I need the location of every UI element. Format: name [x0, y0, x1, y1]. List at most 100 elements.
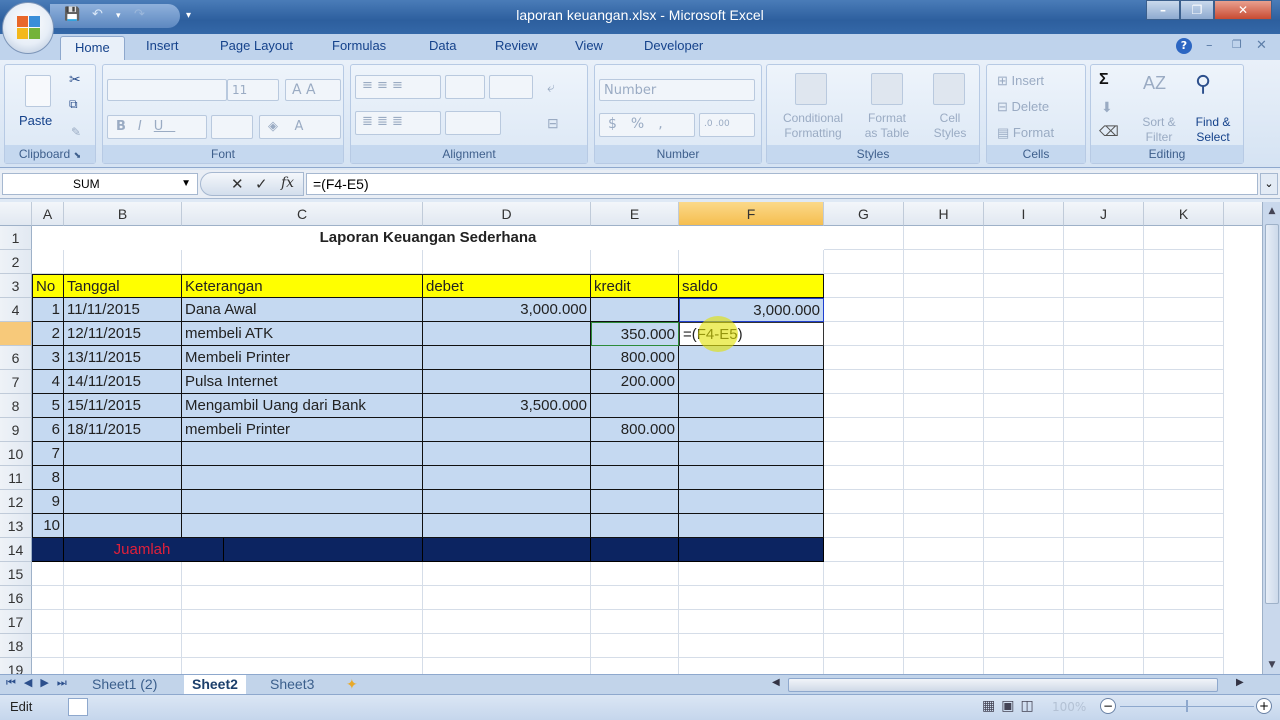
data-cell[interactable] — [679, 418, 824, 442]
grid-cell[interactable] — [1064, 298, 1144, 322]
grid-cell[interactable] — [904, 346, 984, 370]
grid-cell[interactable] — [984, 370, 1064, 394]
grid-cell[interactable] — [1144, 634, 1224, 658]
row-header-11[interactable]: 11 — [0, 466, 32, 490]
data-cell[interactable] — [423, 466, 591, 490]
enter-icon[interactable]: ✓ — [255, 175, 268, 193]
cut-icon[interactable]: ✂ — [69, 71, 81, 88]
data-cell[interactable] — [423, 370, 591, 394]
clear-icon[interactable]: ⌫ — [1099, 123, 1119, 140]
column-header-c[interactable]: C — [182, 202, 423, 226]
grid-cell[interactable] — [824, 226, 904, 250]
grid-cell[interactable] — [984, 586, 1064, 610]
format-button[interactable]: ▤ Format — [997, 125, 1054, 141]
data-cell[interactable] — [423, 322, 591, 346]
grid-cell[interactable] — [1144, 394, 1224, 418]
data-cell[interactable] — [64, 442, 182, 466]
data-cell[interactable]: 18/11/2015 — [64, 418, 182, 442]
grid-cell[interactable] — [904, 466, 984, 490]
report-title[interactable]: Laporan Keuangan Sederhana — [32, 226, 824, 250]
grid-cell[interactable] — [824, 250, 904, 274]
tab-insert[interactable]: Insert — [146, 38, 179, 53]
sheet-tab-sheet1-2[interactable]: Sheet1 (2) — [84, 675, 165, 694]
grid-cell[interactable] — [1064, 370, 1144, 394]
data-cell[interactable] — [591, 466, 679, 490]
data-cell[interactable]: Dana Awal — [182, 298, 423, 322]
row-header-15[interactable]: 15 — [0, 562, 32, 586]
grid-cell[interactable] — [904, 586, 984, 610]
grid-cell[interactable] — [824, 346, 904, 370]
bold-button[interactable]: B — [116, 119, 138, 134]
data-cell[interactable]: 2 — [32, 322, 64, 346]
data-cell[interactable]: membeli Printer — [182, 418, 423, 442]
data-cell[interactable] — [679, 490, 824, 514]
data-cell[interactable]: 8 — [32, 466, 64, 490]
grid-cell[interactable] — [591, 586, 679, 610]
grid-cell[interactable] — [182, 586, 423, 610]
grid-cell[interactable] — [984, 346, 1064, 370]
grid-cell[interactable] — [904, 298, 984, 322]
grid-cell[interactable] — [1064, 538, 1144, 562]
data-cell[interactable] — [679, 394, 824, 418]
grid-cell[interactable] — [904, 490, 984, 514]
tab-review[interactable]: Review — [495, 38, 538, 53]
grid-cell[interactable] — [984, 298, 1064, 322]
tab-view[interactable]: View — [575, 38, 603, 53]
grid-cell[interactable] — [904, 514, 984, 538]
grid-cell[interactable] — [984, 322, 1064, 346]
row-header-17[interactable]: 17 — [0, 610, 32, 634]
grid-cell[interactable] — [904, 274, 984, 298]
grid-cell[interactable] — [1144, 514, 1224, 538]
grid-cell[interactable] — [904, 322, 984, 346]
grid-cell[interactable] — [591, 610, 679, 634]
grid-cell[interactable] — [984, 466, 1064, 490]
data-cell[interactable] — [64, 514, 182, 538]
data-cell[interactable]: 3 — [32, 346, 64, 370]
grid-cell[interactable] — [64, 634, 182, 658]
grid-cell[interactable] — [64, 250, 182, 274]
grid-cell[interactable] — [1064, 610, 1144, 634]
scroll-left-icon[interactable]: ◀ — [772, 677, 780, 688]
grid-cell[interactable] — [1064, 514, 1144, 538]
sheet-tab-sheet2[interactable]: Sheet2 — [184, 675, 246, 694]
data-cell[interactable]: Membeli Printer — [182, 346, 423, 370]
name-box-dropdown-icon[interactable]: ▼ — [181, 178, 191, 189]
tab-page-layout[interactable]: Page Layout — [220, 38, 293, 53]
data-cell[interactable]: 800.000 — [591, 418, 679, 442]
data-cell[interactable] — [182, 466, 423, 490]
row-header-8[interactable]: 8 — [0, 394, 32, 418]
data-cell[interactable]: 5 — [32, 394, 64, 418]
tab-developer[interactable]: Developer — [644, 38, 703, 53]
row-header-13[interactable]: 13 — [0, 514, 32, 538]
grid-cell[interactable] — [984, 490, 1064, 514]
grid-cell[interactable] — [64, 562, 182, 586]
data-cell[interactable]: 9 — [32, 490, 64, 514]
insert-function-icon[interactable]: fx — [281, 175, 294, 191]
referenced-cell-f4[interactable]: 3,000.000 — [679, 298, 824, 322]
grid-cell[interactable] — [591, 634, 679, 658]
grid-cell[interactable] — [1064, 250, 1144, 274]
grid-cell[interactable] — [182, 610, 423, 634]
data-cell[interactable] — [679, 370, 824, 394]
grid-cell[interactable] — [182, 562, 423, 586]
grid-cell[interactable] — [32, 250, 64, 274]
header-cell[interactable]: Tanggal — [64, 274, 182, 298]
data-cell[interactable]: 10 — [32, 514, 64, 538]
grid-cell[interactable] — [1144, 442, 1224, 466]
data-cell[interactable]: 14/11/2015 — [64, 370, 182, 394]
grid-cell[interactable] — [824, 490, 904, 514]
font-size-combo[interactable]: 11 — [227, 79, 279, 101]
referenced-cell-e5[interactable]: 350.000 — [591, 322, 679, 346]
row-header-12[interactable]: 12 — [0, 490, 32, 514]
data-cell[interactable]: membeli ATK — [182, 322, 423, 346]
header-cell[interactable]: No — [32, 274, 64, 298]
autosum-icon[interactable]: Σ — [1099, 71, 1109, 89]
grid-cell[interactable] — [824, 274, 904, 298]
grid-cell[interactable] — [824, 442, 904, 466]
grid-cell[interactable] — [904, 562, 984, 586]
grid-cell[interactable] — [1144, 658, 1224, 674]
name-box[interactable]: SUM ▼ — [2, 173, 198, 195]
underline-button[interactable]: U — [154, 119, 176, 134]
data-cell[interactable]: Pulsa Internet — [182, 370, 423, 394]
data-cell[interactable] — [591, 490, 679, 514]
